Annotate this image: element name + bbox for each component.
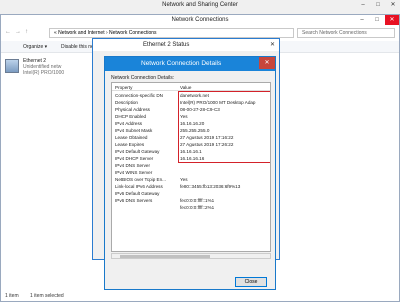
item-count: 1 item — [5, 293, 19, 299]
forward-arrow-icon[interactable]: → — [15, 29, 21, 35]
column-header-property[interactable]: Property — [115, 85, 132, 90]
table-row[interactable]: fec0:0:0:ffff::2%1 — [112, 204, 270, 211]
property-cell: IPv4 Default Gateway — [115, 148, 160, 154]
connection-details-dialog: Network Connection Details ✕ Network Con… — [104, 56, 276, 290]
close-icon[interactable]: ✕ — [385, 15, 399, 25]
minimize-icon[interactable]: – — [356, 0, 370, 10]
property-cell: DHCP Enabled — [115, 113, 147, 119]
maximize-icon[interactable]: □ — [370, 15, 384, 25]
property-cell: IPv4 Address — [115, 120, 143, 126]
property-cell: Lease Expires — [115, 141, 145, 147]
close-button[interactable]: Close — [235, 277, 267, 287]
property-cell: Connection-specific DN — [115, 92, 163, 98]
value-cell: Yes — [180, 176, 188, 182]
close-icon[interactable]: ✕ — [386, 0, 400, 10]
minimize-icon[interactable]: – — [355, 15, 369, 25]
property-cell: Description — [115, 99, 138, 105]
value-cell: fe80::3455:fb13:2036:6f9%13 — [180, 183, 241, 189]
property-cell: IPv4 WINS Server — [115, 169, 153, 175]
list-header: Property Value — [112, 83, 270, 91]
table-row[interactable]: IPv4 DNS Server — [112, 162, 270, 169]
value-cell: fec0:0:0:ffff::1%1 — [180, 197, 215, 203]
ethernet-status-title: Ethernet 2 Status — [143, 42, 190, 48]
property-cell: IPv6 DNS Servers — [115, 197, 153, 203]
property-cell: NetBIOS over Tcpip En... — [115, 176, 166, 182]
details-label: Network Connection Details: — [111, 75, 175, 81]
details-title: Network Connection Details — [141, 60, 222, 67]
property-cell: Physical Address — [115, 106, 150, 112]
nc-title: Network Connections — [171, 17, 229, 23]
organize-button[interactable]: Organize ▾ — [23, 44, 47, 50]
adapter-device: Intel(R) PRO/1000 — [23, 70, 65, 76]
table-row[interactable]: Link-local IPv6 Address fe80::3455:fb13:2… — [112, 183, 270, 190]
disable-device-button[interactable]: Disable this ne — [61, 44, 94, 50]
horizontal-scrollbar[interactable] — [111, 253, 271, 259]
property-cell: Lease Obtained — [115, 134, 148, 140]
property-cell: IPv4 DHCP Server — [115, 155, 154, 161]
selected-count: 1 item selected — [30, 293, 64, 299]
table-row[interactable]: IPv6 DNS Servers fec0:0:0:ffff::1%1 — [112, 197, 270, 204]
nc-titlebar: Network Connections – □ ✕ — [1, 15, 399, 26]
maximize-icon[interactable]: □ — [371, 0, 385, 10]
close-icon[interactable]: ✕ — [270, 41, 275, 48]
adapter-item[interactable]: Ethernet 2 Unidentified netw Intel(R) PR… — [23, 58, 64, 76]
table-row[interactable]: NetBIOS over Tcpip En... Yes — [112, 176, 270, 183]
table-row[interactable]: IPv4 WINS Server — [112, 169, 270, 176]
property-cell: Link-local IPv6 Address — [115, 183, 163, 189]
close-icon[interactable]: ✕ — [259, 57, 275, 69]
status-bar: 1 item 1 item selected — [5, 293, 74, 299]
property-cell: IPv4 Subnet Mask — [115, 127, 153, 133]
value-cell: fec0:0:0:ffff::2%1 — [180, 204, 215, 210]
ethernet-status-titlebar: Ethernet 2 Status ✕ — [93, 39, 279, 51]
back-arrow-icon[interactable]: ← — [5, 29, 11, 35]
address-bar[interactable]: « Network and Internet › Network Connect… — [49, 28, 294, 38]
details-list[interactable]: Property Value Connection-specific DN dan… — [111, 82, 271, 252]
search-input[interactable]: Search Network Connections — [297, 28, 395, 38]
ethernet-adapter-icon[interactable] — [5, 59, 19, 73]
property-cell: IPv4 DNS Server — [115, 162, 150, 168]
details-titlebar: Network Connection Details ✕ — [105, 57, 275, 71]
highlight-box — [178, 91, 270, 163]
table-row[interactable]: IPv6 Default Gateway — [112, 190, 270, 197]
column-header-value[interactable]: Value — [180, 85, 191, 90]
nsc-title: Network and Sharing Center — [162, 2, 238, 8]
up-arrow-icon[interactable]: ↑ — [25, 29, 28, 35]
property-cell: IPv6 Default Gateway — [115, 190, 160, 196]
scrollbar-thumb[interactable] — [120, 255, 210, 258]
